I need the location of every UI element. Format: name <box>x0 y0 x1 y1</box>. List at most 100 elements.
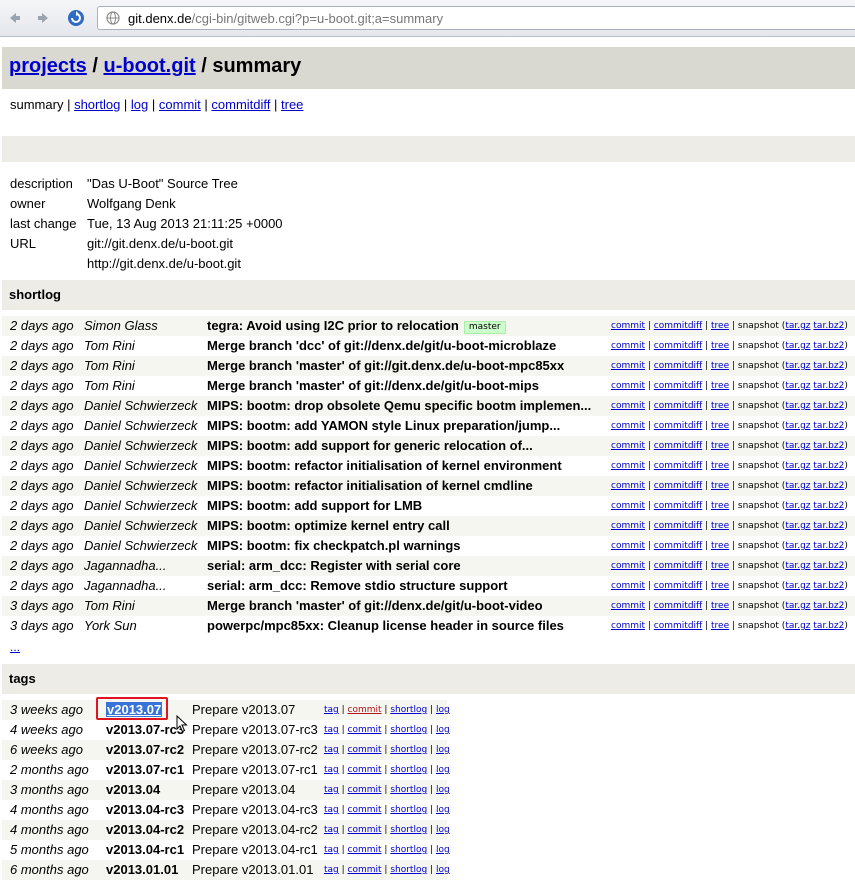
tag-shortlog-link[interactable]: shortlog <box>390 805 427 815</box>
tree-link[interactable]: tree <box>711 541 729 551</box>
tag-commit-link[interactable]: commit <box>348 805 382 815</box>
tag-link[interactable]: tag <box>324 725 339 735</box>
tag-name-link[interactable]: v2013.04-rc2 <box>106 822 184 837</box>
tag-log-link[interactable]: log <box>436 725 450 735</box>
tag-commit-link[interactable]: commit <box>348 705 382 715</box>
tag-log-link[interactable]: log <box>436 805 450 815</box>
targz-link[interactable]: tar.gz <box>785 381 810 391</box>
commit-subject-link[interactable]: MIPS: bootm: fix checkpatch.pl warnings <box>207 538 461 553</box>
tree-link[interactable]: tree <box>711 461 729 471</box>
commitdiff-link[interactable]: commitdiff <box>654 581 702 591</box>
tag-shortlog-link[interactable]: shortlog <box>390 765 427 775</box>
tag-shortlog-link[interactable]: shortlog <box>390 785 427 795</box>
commit-link[interactable]: commit <box>611 481 645 491</box>
nav-log[interactable]: log <box>131 97 148 112</box>
projects-link[interactable]: projects <box>9 55 87 77</box>
commit-subject-link[interactable]: MIPS: bootm: refactor initialisation of … <box>207 458 562 473</box>
shortlog-header[interactable]: shortlog <box>2 280 855 310</box>
tag-shortlog-link[interactable]: shortlog <box>390 745 427 755</box>
commit-link[interactable]: commit <box>611 401 645 411</box>
tag-message[interactable]: Prepare v2013.07 <box>192 700 295 720</box>
tag-shortlog-link[interactable]: shortlog <box>390 725 427 735</box>
tag-message[interactable]: Prepare v2013.04-rc3 <box>192 800 318 820</box>
tree-link[interactable]: tree <box>711 581 729 591</box>
targz-link[interactable]: tar.gz <box>785 401 810 411</box>
commit-link[interactable]: commit <box>611 561 645 571</box>
tarbz2-link[interactable]: tar.bz2 <box>813 501 844 511</box>
targz-link[interactable]: tar.gz <box>785 601 810 611</box>
address-bar[interactable]: git.denx.de/cgi-bin/gitweb.cgi?p=u-boot.… <box>97 6 855 30</box>
tag-log-link[interactable]: log <box>436 745 450 755</box>
back-arrow-icon[interactable] <box>4 8 24 28</box>
commit-subject-link[interactable]: serial: arm_dcc: Remove stdio structure … <box>207 578 508 593</box>
tag-name-link[interactable]: v2013.04-rc3 <box>106 802 184 817</box>
commit-link[interactable]: commit <box>611 621 645 631</box>
commitdiff-link[interactable]: commitdiff <box>654 521 702 531</box>
tarbz2-link[interactable]: tar.bz2 <box>813 521 844 531</box>
tag-message[interactable]: Prepare v2013.01.01 <box>192 860 313 880</box>
tag-shortlog-link[interactable]: shortlog <box>390 845 427 855</box>
tree-link[interactable]: tree <box>711 501 729 511</box>
tarbz2-link[interactable]: tar.bz2 <box>813 441 844 451</box>
tag-link[interactable]: tag <box>324 825 339 835</box>
tag-shortlog-link[interactable]: shortlog <box>390 865 427 875</box>
commit-subject-link[interactable]: MIPS: bootm: drop obsolete Qemu specific… <box>207 398 591 413</box>
tarbz2-link[interactable]: tar.bz2 <box>813 361 844 371</box>
tree-link[interactable]: tree <box>711 321 729 331</box>
tag-log-link[interactable]: log <box>436 845 450 855</box>
commitdiff-link[interactable]: commitdiff <box>654 361 702 371</box>
tarbz2-link[interactable]: tar.bz2 <box>813 421 844 431</box>
tag-commit-link[interactable]: commit <box>348 725 382 735</box>
targz-link[interactable]: tar.gz <box>785 341 810 351</box>
tag-message[interactable]: Prepare v2013.07-rc1 <box>192 760 318 780</box>
commitdiff-link[interactable]: commitdiff <box>654 401 702 411</box>
tag-log-link[interactable]: log <box>436 865 450 875</box>
commit-subject-link[interactable]: MIPS: bootm: add support for generic rel… <box>207 438 533 453</box>
nav-commit[interactable]: commit <box>159 97 201 112</box>
tree-link[interactable]: tree <box>711 361 729 371</box>
tag-link[interactable]: tag <box>324 705 339 715</box>
tarbz2-link[interactable]: tar.bz2 <box>813 341 844 351</box>
tag-log-link[interactable]: log <box>436 705 450 715</box>
tag-name-link[interactable]: v2013.04-rc1 <box>106 842 184 857</box>
tarbz2-link[interactable]: tar.bz2 <box>813 601 844 611</box>
commit-subject-link[interactable]: tegra: Avoid using I2C prior to relocati… <box>207 318 459 333</box>
commitdiff-link[interactable]: commitdiff <box>654 321 702 331</box>
tree-link[interactable]: tree <box>711 521 729 531</box>
tag-name-link[interactable]: v2013.01.01 <box>106 862 178 877</box>
tag-link[interactable]: tag <box>324 745 339 755</box>
forward-arrow-icon[interactable] <box>34 8 54 28</box>
commit-subject-link[interactable]: MIPS: bootm: add YAMON style Linux prepa… <box>207 418 560 433</box>
commitdiff-link[interactable]: commitdiff <box>654 381 702 391</box>
targz-link[interactable]: tar.gz <box>785 441 810 451</box>
tree-link[interactable]: tree <box>711 341 729 351</box>
commit-link[interactable]: commit <box>611 461 645 471</box>
commit-link[interactable]: commit <box>611 441 645 451</box>
nav-shortlog[interactable]: shortlog <box>74 97 120 112</box>
tag-commit-link[interactable]: commit <box>348 785 382 795</box>
commit-link[interactable]: commit <box>611 541 645 551</box>
tag-log-link[interactable]: log <box>436 785 450 795</box>
tag-message[interactable]: Prepare v2013.07-rc2 <box>192 740 318 760</box>
targz-link[interactable]: tar.gz <box>785 561 810 571</box>
commitdiff-link[interactable]: commitdiff <box>654 481 702 491</box>
tag-name-link[interactable]: v2013.07-rc2 <box>106 742 184 757</box>
targz-link[interactable]: tar.gz <box>785 621 810 631</box>
commit-subject-link[interactable]: Merge branch 'master' of git://denx.de/g… <box>207 598 543 613</box>
targz-link[interactable]: tar.gz <box>785 541 810 551</box>
commitdiff-link[interactable]: commitdiff <box>654 441 702 451</box>
commit-subject-link[interactable]: MIPS: bootm: refactor initialisation of … <box>207 478 533 493</box>
commitdiff-link[interactable]: commitdiff <box>654 501 702 511</box>
commitdiff-link[interactable]: commitdiff <box>654 621 702 631</box>
tarbz2-link[interactable]: tar.bz2 <box>813 321 844 331</box>
tree-link[interactable]: tree <box>711 481 729 491</box>
branch-ref-badge[interactable]: master <box>463 321 506 334</box>
tag-message[interactable]: Prepare v2013.04 <box>192 780 295 800</box>
shortlog-more-link[interactable]: ... <box>10 640 20 654</box>
tarbz2-link[interactable]: tar.bz2 <box>813 621 844 631</box>
tag-link[interactable]: tag <box>324 865 339 875</box>
tag-commit-link[interactable]: commit <box>348 745 382 755</box>
tarbz2-link[interactable]: tar.bz2 <box>813 541 844 551</box>
tags-header[interactable]: tags <box>2 664 855 694</box>
targz-link[interactable]: tar.gz <box>785 461 810 471</box>
